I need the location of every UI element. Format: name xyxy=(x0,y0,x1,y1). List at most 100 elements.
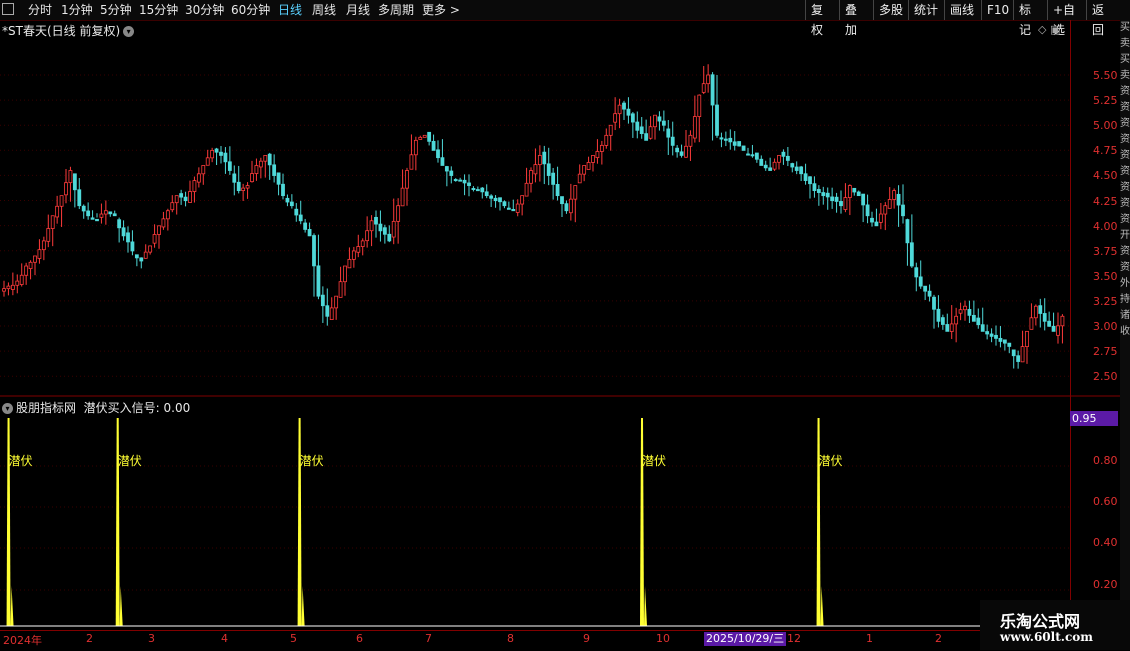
candle-body xyxy=(59,195,64,207)
candle-body xyxy=(214,148,219,153)
candle-body xyxy=(604,134,609,146)
candle-body xyxy=(901,204,905,217)
candle-body xyxy=(55,205,60,218)
candle-body xyxy=(196,173,201,183)
candle-body xyxy=(10,284,15,290)
candle-body xyxy=(183,196,188,202)
candle-body xyxy=(932,296,936,310)
candle-body xyxy=(608,124,613,136)
candle-body xyxy=(236,181,241,192)
candle-body xyxy=(405,170,409,189)
candle-body xyxy=(413,139,418,156)
candle-body xyxy=(418,136,423,140)
price-tick: 3.75 xyxy=(1093,244,1118,258)
candle-body xyxy=(777,155,781,163)
candle-body xyxy=(41,240,46,251)
cursor-date-badge: 2025/10/29/三 xyxy=(704,632,787,646)
side-info-strip[interactable]: 买卖买卖资资资资资资资资资开资资外持诸收 xyxy=(1120,20,1130,630)
price-tick: 4.50 xyxy=(1093,169,1118,183)
candle-body xyxy=(422,134,427,138)
candle-body xyxy=(803,173,808,181)
candle-body xyxy=(303,222,308,230)
candle-body xyxy=(679,151,684,156)
candle-body xyxy=(613,113,618,123)
candle-body xyxy=(675,147,680,153)
candle-body xyxy=(130,241,135,252)
signal-marker-text: 潜伏 xyxy=(642,454,667,468)
candle-body xyxy=(945,324,950,332)
candle-body xyxy=(706,74,711,85)
candle-body xyxy=(511,209,516,212)
candle-body xyxy=(250,173,254,183)
candle-body xyxy=(276,172,281,185)
signal-spike-tail xyxy=(820,586,824,626)
candle-body xyxy=(493,197,498,202)
candle-body xyxy=(347,258,352,269)
candle-body xyxy=(812,183,817,192)
candle-body xyxy=(312,235,316,267)
candle-body xyxy=(232,173,237,183)
month-label: 2 xyxy=(935,632,942,645)
candle-body xyxy=(289,201,294,207)
candle-body xyxy=(1016,355,1021,362)
candle-body xyxy=(227,161,232,171)
candle-body xyxy=(896,193,901,206)
candle-body xyxy=(533,164,538,175)
candle-body xyxy=(121,227,126,237)
candle-body xyxy=(95,218,99,222)
candle-body xyxy=(489,195,494,199)
candle-body xyxy=(737,141,742,147)
candle-body xyxy=(963,305,967,311)
price-tick: 5.25 xyxy=(1093,94,1118,108)
watermark-url: www.60lt.com xyxy=(1000,630,1093,644)
month-label: 2024年 xyxy=(3,634,42,647)
candle-body xyxy=(458,179,463,182)
candle-body xyxy=(790,163,795,168)
candle-body xyxy=(90,217,95,220)
month-label: 4 xyxy=(221,632,228,645)
candle-body xyxy=(949,323,954,332)
signal-spike-tail xyxy=(119,586,123,626)
kline-chart[interactable] xyxy=(0,0,1130,650)
candle-body xyxy=(670,136,675,146)
candle-body xyxy=(573,185,578,200)
candle-body xyxy=(529,170,533,184)
candle-body xyxy=(152,234,157,244)
month-label: 8 xyxy=(507,632,514,645)
candle-body xyxy=(887,199,892,209)
candle-body xyxy=(865,204,870,217)
candle-body xyxy=(1051,325,1056,332)
candle-body xyxy=(325,305,330,317)
candle-body xyxy=(170,202,175,211)
candle-body xyxy=(808,176,812,185)
candle-body xyxy=(870,217,874,223)
candle-body xyxy=(334,295,339,309)
signal-marker-text: 潜伏 xyxy=(8,454,33,468)
candle-body xyxy=(843,197,848,210)
month-label: 10 xyxy=(656,632,670,645)
candle-body xyxy=(258,160,263,168)
month-label: 6 xyxy=(356,632,363,645)
candle-body xyxy=(537,155,542,166)
candle-body xyxy=(112,213,117,217)
candle-body xyxy=(626,108,631,116)
candle-body xyxy=(480,187,485,193)
price-tick: 3.50 xyxy=(1093,269,1118,283)
candle-body xyxy=(874,221,879,227)
candle-body xyxy=(861,193,866,206)
candle-body xyxy=(821,192,826,197)
candle-body xyxy=(396,205,401,222)
candle-body xyxy=(24,265,29,276)
candle-body xyxy=(905,219,910,244)
watermark-title: 乐淘公式网 xyxy=(1000,612,1081,631)
candle-body xyxy=(471,188,476,191)
signal-spike-tail xyxy=(10,586,14,626)
candle-body xyxy=(103,210,108,215)
candle-body xyxy=(1056,325,1060,336)
candle-body xyxy=(298,214,303,222)
sub-tick: 0.80 xyxy=(1093,454,1118,467)
candle-body xyxy=(294,208,299,216)
candle-body xyxy=(201,165,206,175)
candle-body xyxy=(639,126,644,135)
candle-body xyxy=(188,191,192,203)
